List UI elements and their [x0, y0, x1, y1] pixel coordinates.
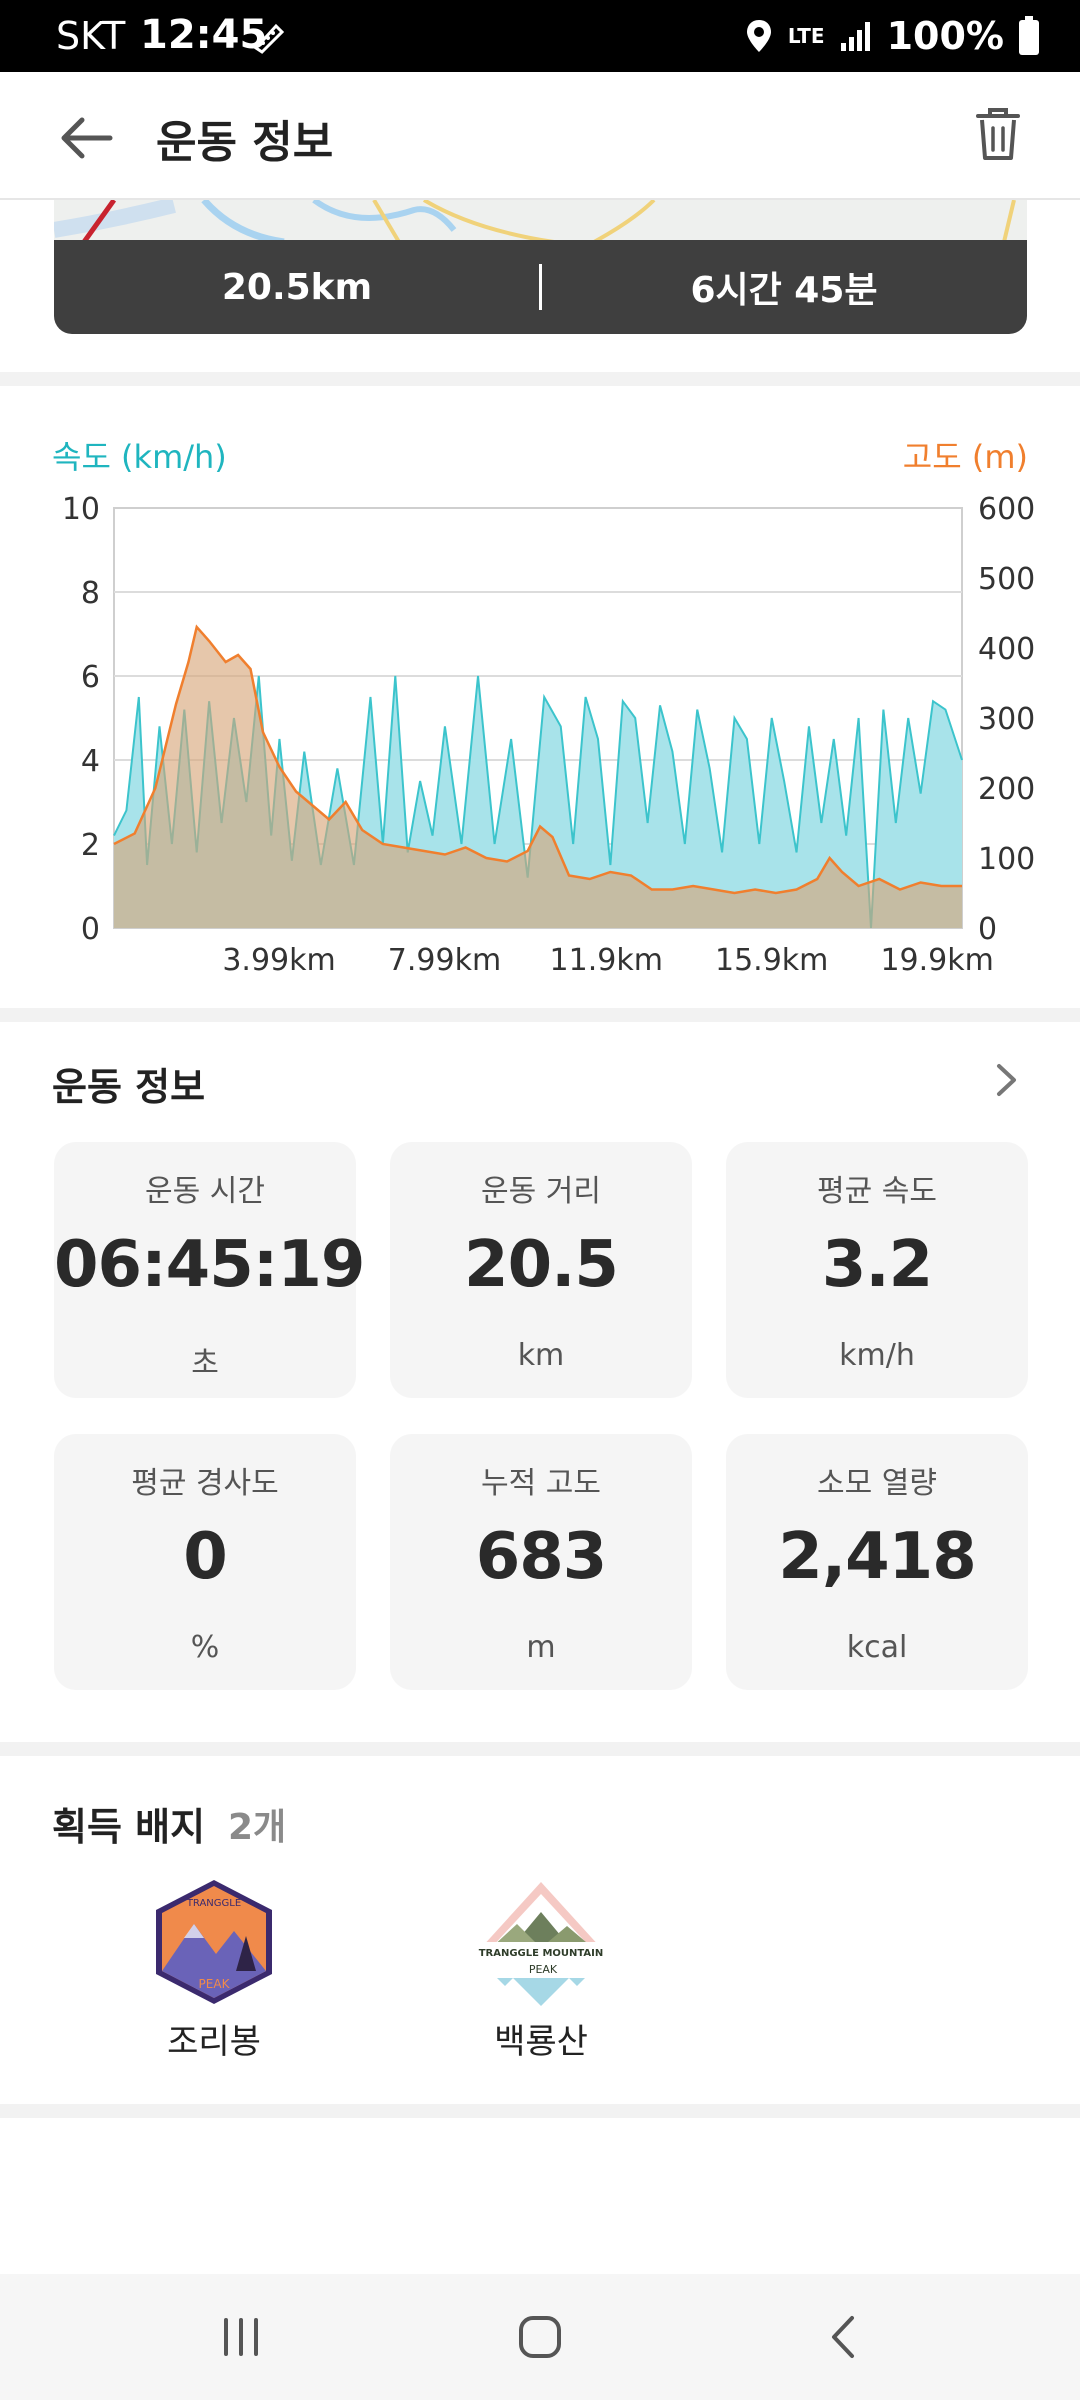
y-left-tick: 10 [62, 492, 100, 527]
x-tick: 11.9km [550, 943, 663, 978]
badges-header: 획득 배지 [52, 1805, 206, 1849]
workout-info-header: 운동 정보 [52, 1065, 206, 1109]
mountain-badge-icon: TRANGGLE MOUNTAIN PEAK [479, 1882, 604, 2006]
route-map[interactable] [54, 200, 1027, 242]
stat-unit: km/h [839, 1338, 915, 1373]
stat-label: 소모 열량 [817, 1466, 937, 1501]
y-right-tick: 500 [978, 562, 1035, 597]
stat-unit: % [190, 1630, 220, 1665]
stat-value: 20.5 [464, 1228, 619, 1302]
badges-count: 2개 [228, 1807, 287, 1848]
section-divider [0, 1742, 1080, 1756]
section-divider [0, 2104, 1080, 2118]
stat-value: 3.2 [821, 1228, 933, 1302]
stat-unit: km [517, 1338, 565, 1373]
battery-icon [1019, 16, 1039, 55]
peak-badge-icon: TRANGGLE PEAK [156, 1880, 272, 2004]
x-tick: 19.9km [880, 943, 993, 978]
badge-name: 백룡산 [494, 2022, 588, 2062]
summary-bar: 20.5km 6시간 45분 [54, 240, 1027, 334]
stat-unit: 초 [191, 1346, 219, 1381]
system-nav-bar [0, 2274, 1080, 2400]
location-icon [746, 20, 771, 52]
stat-card: 소모 열량 2,418 kcal [726, 1434, 1028, 1690]
y-right-tick: 0 [978, 912, 997, 947]
recent-apps-icon[interactable] [208, 2304, 274, 2370]
back-nav-icon[interactable] [812, 2304, 878, 2370]
stat-value: 2,418 [778, 1520, 976, 1594]
network-type: LTE [787, 24, 825, 48]
stat-label: 평균 경사도 [131, 1466, 279, 1501]
stat-value: 0 [183, 1520, 228, 1594]
app-bar: 운동 정보 [0, 72, 1080, 200]
shoe-icon [253, 23, 285, 54]
badge-logo-top: TRANGGLE MOUNTAIN [479, 1948, 604, 1959]
y-left-tick: 2 [81, 828, 100, 863]
badge-item[interactable]: TRANGGLE MOUNTAIN PEAK 백룡산 [451, 1876, 631, 2066]
stat-card: 누적 고도 683 m [390, 1434, 692, 1690]
y-right-tick: 100 [978, 842, 1035, 877]
stat-card: 운동 시간 06:45:19 초 [54, 1142, 365, 1398]
badge-logo-top: TRANGGLE [186, 1898, 241, 1909]
x-tick: 7.99km [388, 943, 501, 978]
stat-card: 운동 거리 20.5 km [390, 1142, 692, 1398]
section-divider [0, 1008, 1080, 1022]
back-arrow-icon[interactable] [56, 106, 120, 170]
stat-label: 운동 시간 [145, 1174, 265, 1209]
badge-name: 조리봉 [167, 2022, 261, 2062]
stat-value: 683 [475, 1520, 608, 1594]
y-left-tick: 0 [81, 912, 100, 947]
status-bar: SKT 12:45 LTE 100% [0, 0, 1080, 72]
badge-logo-bottom: PEAK [199, 1977, 231, 1991]
chevron-right-icon[interactable] [984, 1058, 1028, 1102]
carrier-label: SKT [56, 14, 126, 58]
stat-label: 누적 고도 [481, 1466, 601, 1501]
stat-label: 평균 속도 [817, 1174, 937, 1209]
badge-logo-bottom: PEAK [529, 1963, 558, 1976]
y-left-tick: 6 [81, 660, 100, 695]
speed-altitude-chart: 속도 (km/h) 고도 (m) 10 8 6 4 2 0 600 500 400 300 200 1… [0, 388, 1080, 1008]
y-right-tick: 600 [978, 492, 1035, 527]
y-right-tick: 400 [978, 632, 1035, 667]
stat-card: 평균 속도 3.2 km/h [726, 1142, 1028, 1398]
y-right-tick: 200 [978, 772, 1035, 807]
signal-icon [840, 22, 870, 51]
y-right-tick: 300 [978, 702, 1035, 737]
home-icon[interactable] [507, 2304, 573, 2370]
badge-item[interactable]: TRANGGLE PEAK 조리봉 [124, 1876, 304, 2066]
page-title: 운동 정보 [156, 117, 334, 168]
chart-canvas: 10 8 6 4 2 0 600 500 400 300 200 100 0 3.99km 7.99km 11… [62, 492, 1035, 978]
stat-card: 평균 경사도 0% [54, 1434, 356, 1690]
y-left-tick: 8 [81, 576, 100, 611]
stat-label: 운동 거리 [481, 1174, 601, 1209]
stat-value: 06:45:19 [54, 1228, 365, 1302]
trash-icon[interactable] [966, 102, 1030, 166]
y-left-tick: 4 [81, 744, 100, 779]
stat-unit: m [526, 1630, 556, 1665]
x-tick: 15.9km [715, 943, 828, 978]
battery-percent: 100% [886, 14, 1004, 58]
summary-duration: 6시간 45분 [690, 270, 878, 311]
x-tick: 3.99km [222, 943, 335, 978]
section-divider [0, 372, 1080, 386]
status-icons: LTE 100% [744, 14, 1040, 58]
summary-distance: 20.5km [221, 266, 373, 308]
stat-unit: kcal [846, 1630, 908, 1665]
